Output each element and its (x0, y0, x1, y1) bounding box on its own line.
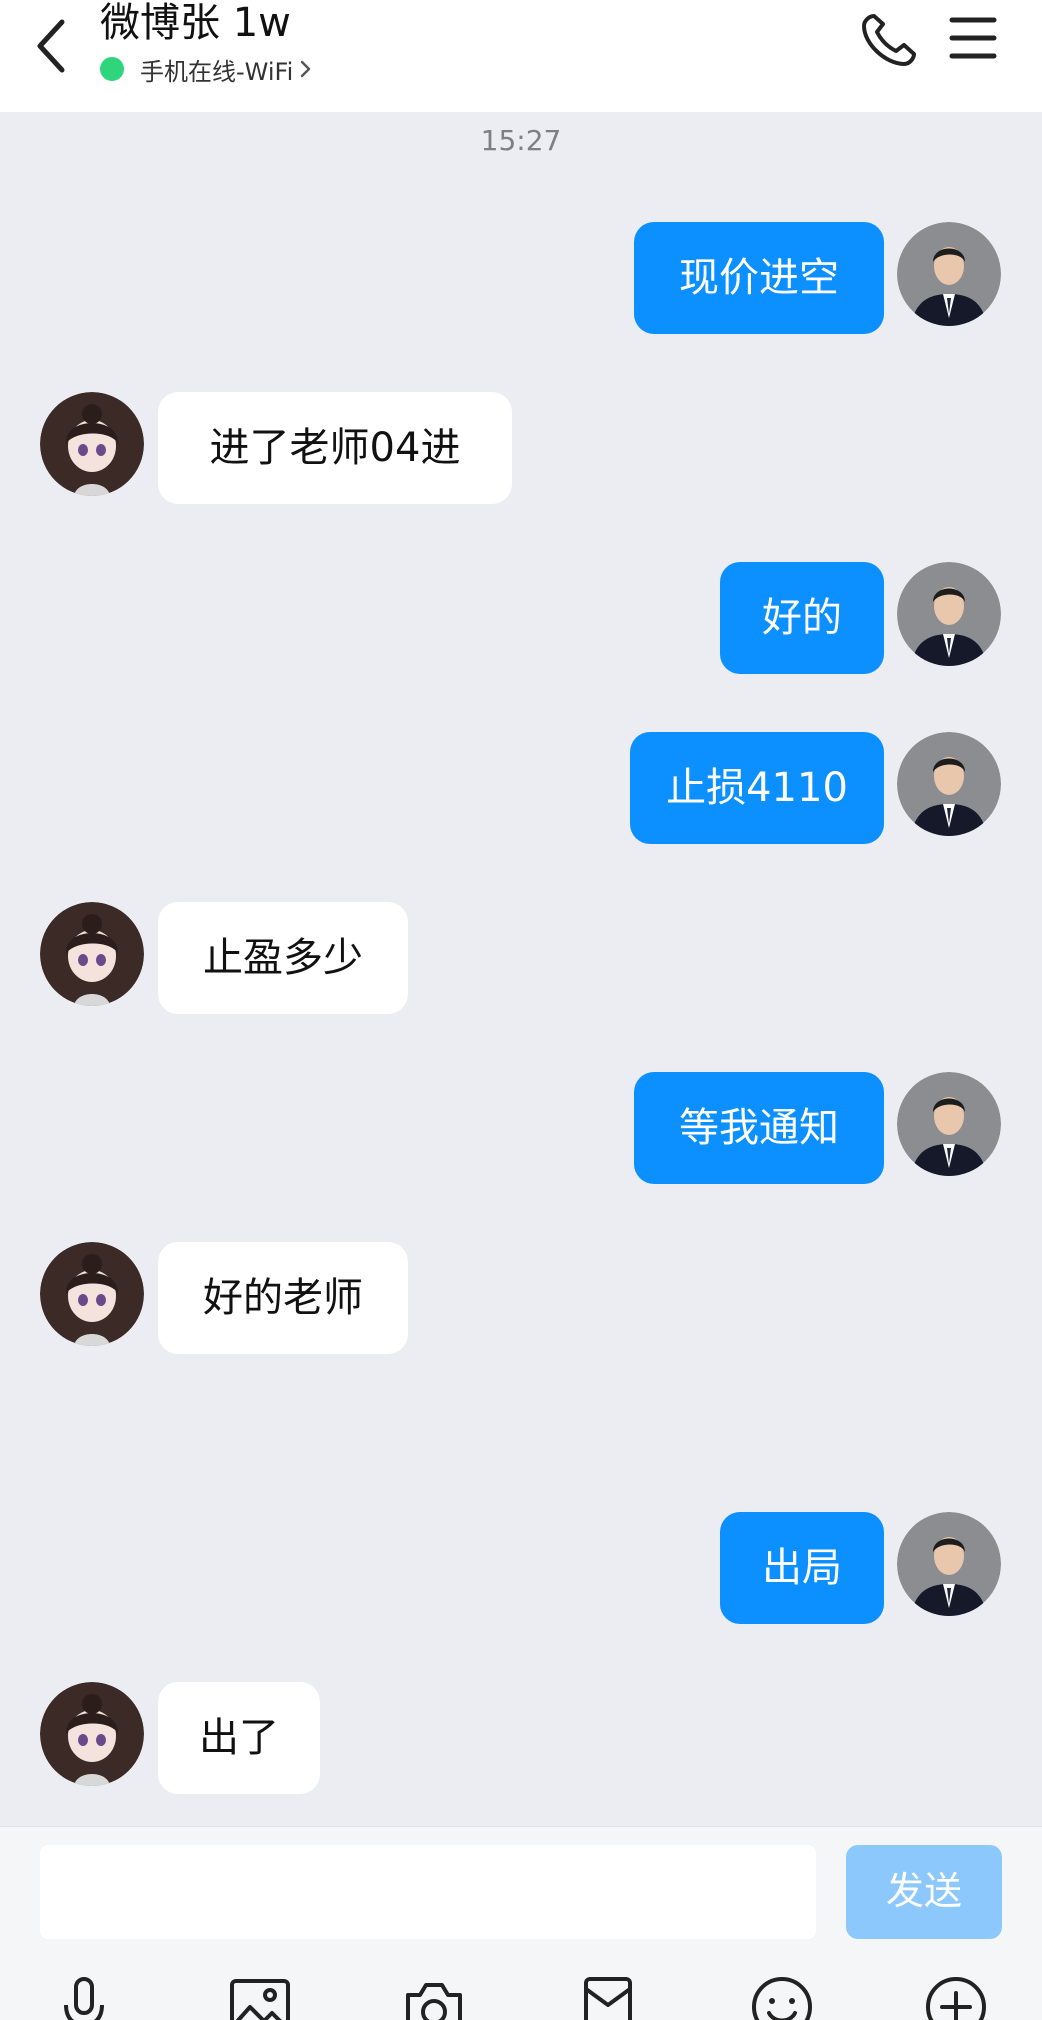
online-dot-icon (100, 57, 124, 81)
input-bar: 发送 (0, 1826, 1042, 2020)
online-status[interactable]: 手机在线-WiFi (100, 54, 313, 86)
chevron-right-icon (301, 60, 311, 78)
contact-avatar[interactable] (40, 902, 144, 1006)
send-button[interactable]: 发送 (846, 1845, 1002, 1939)
my-message-bubble[interactable]: 好的 (720, 562, 884, 674)
image-icon[interactable] (228, 1975, 292, 2020)
camera-icon[interactable] (402, 1975, 466, 2020)
red-packet-icon[interactable] (576, 1975, 640, 2020)
my-avatar[interactable] (897, 562, 1001, 666)
my-message-bubble[interactable]: 现价进空 (634, 222, 884, 334)
message-input[interactable] (40, 1845, 816, 1939)
message-row: 现价进空 (0, 222, 1042, 334)
message-row: 止盈多少 (0, 902, 1042, 1014)
my-avatar[interactable] (897, 1512, 1001, 1616)
phone-call-icon[interactable] (858, 10, 922, 70)
my-message-bubble[interactable]: 止损4110 (630, 732, 884, 844)
back-arrow-icon[interactable] (28, 10, 78, 80)
message-row: 好的老师 (0, 1242, 1042, 1354)
microphone-icon[interactable] (52, 1975, 116, 2020)
emoji-icon[interactable] (750, 1975, 814, 2020)
my-message-bubble[interactable]: 出局 (720, 1512, 884, 1624)
menu-icon[interactable] (948, 12, 998, 64)
message-row: 出了 (0, 1682, 1042, 1794)
message-row: 出局 (0, 1512, 1042, 1624)
my-avatar[interactable] (897, 1072, 1001, 1176)
my-avatar[interactable] (897, 732, 1001, 836)
contact-message-bubble[interactable]: 好的老师 (158, 1242, 408, 1354)
chat-header: 微博张 1w 手机在线-WiFi (0, 0, 1042, 112)
message-row: 等我通知 (0, 1072, 1042, 1184)
contact-avatar[interactable] (40, 1242, 144, 1346)
message-row: 进了老师04进 (0, 392, 1042, 504)
online-status-label: 手机在线-WiFi (140, 57, 294, 86)
contact-name[interactable]: 微博张 1w (100, 0, 291, 46)
contact-message-bubble[interactable]: 进了老师04进 (158, 392, 512, 504)
contact-message-bubble[interactable]: 止盈多少 (158, 902, 408, 1014)
my-avatar[interactable] (897, 222, 1001, 326)
my-message-bubble[interactable]: 等我通知 (634, 1072, 884, 1184)
message-row: 止损4110 (0, 732, 1042, 844)
contact-message-bubble[interactable]: 出了 (158, 1682, 320, 1794)
plus-icon[interactable] (924, 1975, 988, 2020)
message-row: 好的 (0, 562, 1042, 674)
contact-avatar[interactable] (40, 392, 144, 496)
contact-avatar[interactable] (40, 1682, 144, 1786)
message-timestamp: 15:27 (480, 124, 562, 157)
